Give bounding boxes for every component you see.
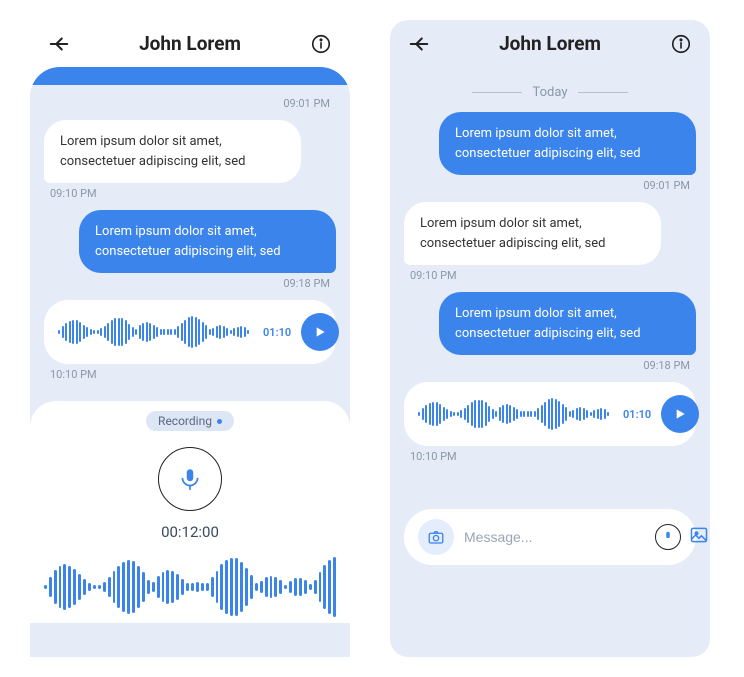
- waveform-icon: [58, 312, 249, 352]
- voice-duration: 01:10: [623, 408, 651, 421]
- voice-message: 01:10: [44, 300, 336, 364]
- camera-icon: [427, 528, 445, 546]
- voice-message: 01:10: [404, 382, 696, 446]
- mic-icon: [661, 530, 675, 544]
- mic-icon: [177, 466, 203, 492]
- image-button[interactable]: [689, 525, 709, 549]
- msg-out: Lorem ipsum dolor sit amet, consectetuer…: [439, 292, 696, 355]
- info-icon[interactable]: [310, 33, 332, 55]
- phone-left: John Lorem 09:01 PM Lorem ipsum dolor si…: [30, 20, 350, 657]
- voice-duration: 01:10: [263, 326, 291, 339]
- chat-area: 09:01 PM Lorem ipsum dolor sit amet, con…: [30, 67, 350, 657]
- chat-title: John Lorem: [499, 32, 601, 55]
- chat-header: John Lorem: [390, 20, 710, 67]
- mic-button[interactable]: [158, 447, 222, 511]
- recording-label: Recording: [146, 411, 234, 431]
- phone-right: John Lorem Today Lorem ipsum dolor sit a…: [390, 20, 710, 657]
- mic-button[interactable]: [655, 524, 681, 550]
- camera-button[interactable]: [418, 519, 454, 555]
- date-separator: Today: [404, 85, 696, 100]
- chat-header: John Lorem: [30, 20, 350, 67]
- timestamp: 09:10 PM: [410, 269, 690, 282]
- waveform-icon: [418, 394, 609, 434]
- back-icon[interactable]: [408, 33, 430, 55]
- msg-peek: [30, 67, 350, 85]
- message-composer: [404, 509, 696, 565]
- msg-in: Lorem ipsum dolor sit amet, consectetuer…: [404, 202, 661, 265]
- play-button[interactable]: [301, 313, 339, 351]
- message-input[interactable]: [464, 529, 645, 545]
- recording-panel: Recording 00:12:00: [30, 401, 350, 623]
- timestamp: 10:10 PM: [50, 368, 330, 381]
- timestamp: 09:10 PM: [50, 187, 330, 200]
- chat-area: Today Lorem ipsum dolor sit amet, consec…: [390, 67, 710, 657]
- timestamp: 09:18 PM: [50, 277, 330, 290]
- recording-time: 00:12:00: [161, 523, 219, 541]
- msg-out: Lorem ipsum dolor sit amet, consectetuer…: [79, 210, 336, 273]
- image-icon: [689, 525, 709, 545]
- timestamp: 09:01 PM: [50, 97, 330, 110]
- play-button[interactable]: [661, 395, 699, 433]
- back-icon[interactable]: [48, 33, 70, 55]
- chat-title: John Lorem: [139, 32, 241, 55]
- msg-out: Lorem ipsum dolor sit amet, consectetuer…: [439, 112, 696, 175]
- info-icon[interactable]: [670, 33, 692, 55]
- timestamp: 09:18 PM: [410, 359, 690, 372]
- msg-in: Lorem ipsum dolor sit amet, consectetuer…: [44, 120, 301, 183]
- timestamp: 10:10 PM: [410, 450, 690, 463]
- recording-dot-icon: [217, 419, 222, 424]
- recording-waveform: [44, 551, 336, 623]
- timestamp: 09:01 PM: [410, 179, 690, 192]
